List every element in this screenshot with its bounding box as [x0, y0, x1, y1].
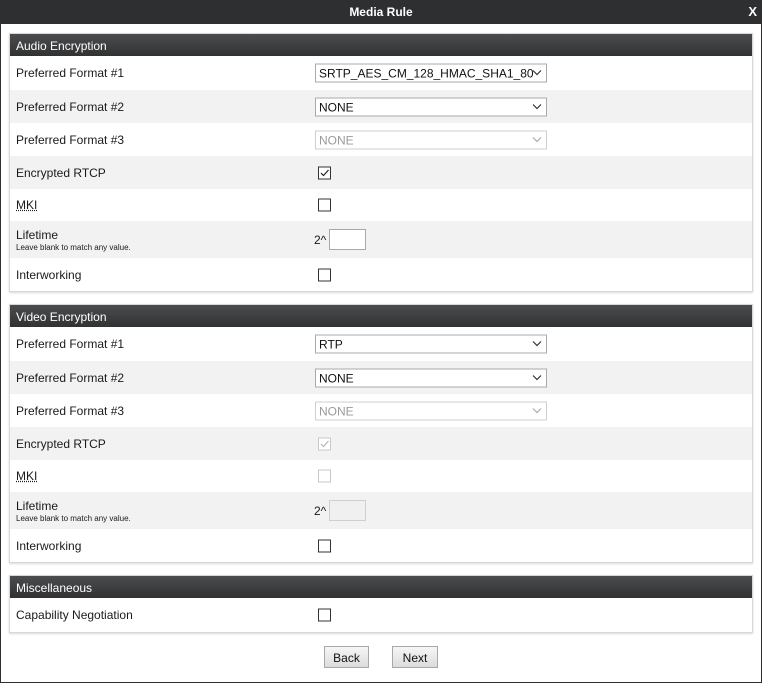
video-rtcp-row: Encrypted RTCP — [10, 427, 752, 460]
audio-pf3-label: Preferred Format #3 — [16, 132, 125, 147]
video-mki-label: MKI — [16, 469, 38, 483]
video-pf1-value: RTP — [319, 337, 343, 352]
video-encryption-header: Video Encryption — [10, 305, 752, 327]
audio-rtcp-row: Encrypted RTCP — [10, 156, 752, 189]
audio-rtcp-checkbox[interactable] — [318, 166, 331, 179]
checkmark-icon — [320, 440, 329, 447]
video-lifetime-row: Lifetime Leave blank to match any value.… — [10, 492, 752, 529]
audio-encryption-section: Audio Encryption Preferred Format #1 SRT… — [9, 33, 753, 292]
audio-mki-checkbox[interactable] — [318, 198, 331, 212]
audio-rtcp-label: Encrypted RTCP — [16, 165, 106, 180]
video-interworking-label: Interworking — [16, 538, 82, 553]
audio-lifetime-prefix: 2^ — [314, 232, 327, 247]
video-pf2-value: NONE — [319, 371, 354, 385]
dialog-title: Media Rule — [349, 5, 413, 19]
audio-pf2-value: NONE — [319, 100, 354, 114]
video-encryption-section: Video Encryption Preferred Format #1 RTP… — [9, 304, 753, 563]
audio-pf1-label: Preferred Format #1 — [16, 66, 125, 80]
audio-interworking-row: Interworking — [10, 258, 752, 291]
next-button[interactable]: Next — [392, 646, 438, 668]
video-pf3-label: Preferred Format #3 — [16, 403, 125, 418]
audio-lifetime-hint: Leave blank to match any value. — [16, 242, 131, 252]
chevron-down-icon — [532, 132, 542, 146]
audio-pf2-row: Preferred Format #2 NONE — [10, 90, 752, 123]
capneg-label: Capability Negotiation — [16, 608, 133, 622]
audio-interworking-label: Interworking — [16, 267, 82, 282]
chevron-down-icon — [532, 99, 542, 113]
miscellaneous-section: Miscellaneous Capability Negotiation — [9, 575, 753, 633]
audio-pf2-select[interactable]: NONE — [315, 97, 547, 116]
chevron-down-icon — [532, 403, 542, 417]
audio-lifetime-row: Lifetime Leave blank to match any value.… — [10, 221, 752, 258]
video-interworking-checkbox[interactable] — [318, 539, 331, 552]
video-lifetime-hint: Leave blank to match any value. — [16, 513, 131, 523]
audio-pf3-value: NONE — [319, 133, 354, 147]
video-pf3-row: Preferred Format #3 NONE — [10, 394, 752, 427]
checkmark-icon — [320, 169, 329, 176]
chevron-down-icon — [532, 370, 542, 384]
audio-pf3-select: NONE — [315, 130, 547, 149]
audio-lifetime-input[interactable] — [329, 228, 366, 250]
audio-pf1-value: SRTP_AES_CM_128_HMAC_SHA1_80 — [319, 66, 534, 81]
video-pf2-select[interactable]: NONE — [315, 368, 547, 387]
capneg-row: Capability Negotiation — [10, 598, 752, 632]
dialog-titlebar: Media Rule X — [0, 0, 762, 24]
capneg-checkbox[interactable] — [318, 608, 331, 622]
audio-pf3-row: Preferred Format #3 NONE — [10, 123, 752, 156]
video-pf3-value: NONE — [319, 404, 354, 418]
video-pf2-label: Preferred Format #2 — [16, 370, 125, 385]
video-rtcp-label: Encrypted RTCP — [16, 436, 106, 451]
video-lifetime-prefix: 2^ — [314, 503, 327, 518]
video-pf2-row: Preferred Format #2 NONE — [10, 361, 752, 394]
video-mki-checkbox — [318, 469, 331, 483]
video-interworking-row: Interworking — [10, 529, 752, 562]
video-lifetime-label: Lifetime Leave blank to match any value. — [16, 498, 131, 523]
close-icon[interactable]: X — [748, 4, 757, 19]
chevron-down-icon — [532, 337, 542, 351]
audio-pf1-select[interactable]: SRTP_AES_CM_128_HMAC_SHA1_80 — [315, 63, 547, 83]
audio-pf1-row: Preferred Format #1 SRTP_AES_CM_128_HMAC… — [10, 56, 752, 90]
video-pf1-select[interactable]: RTP — [315, 334, 547, 354]
chevron-down-icon — [532, 66, 542, 80]
video-pf1-row: Preferred Format #1 RTP — [10, 327, 752, 361]
audio-encryption-header: Audio Encryption — [10, 34, 752, 56]
audio-lifetime-label: Lifetime Leave blank to match any value. — [16, 227, 131, 252]
video-rtcp-checkbox — [318, 437, 331, 450]
video-mki-row: MKI — [10, 460, 752, 492]
audio-pf2-label: Preferred Format #2 — [16, 99, 125, 114]
video-lifetime-input — [329, 499, 366, 521]
audio-mki-row: MKI — [10, 189, 752, 221]
video-pf1-label: Preferred Format #1 — [16, 337, 125, 351]
audio-interworking-checkbox[interactable] — [318, 268, 331, 281]
video-pf3-select: NONE — [315, 401, 547, 420]
audio-mki-label: MKI — [16, 198, 38, 212]
miscellaneous-header: Miscellaneous — [10, 576, 752, 598]
back-button[interactable]: Back — [324, 646, 369, 668]
